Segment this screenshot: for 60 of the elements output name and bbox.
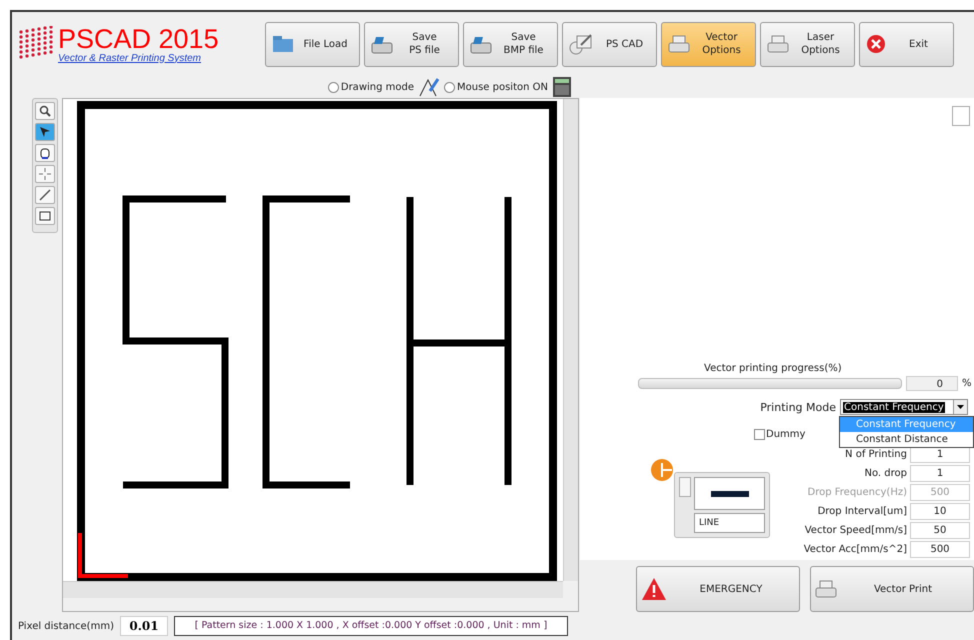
pixel-distance-value: 0.01 (120, 616, 168, 636)
radio-option[interactable]: Mouse positon ON (444, 82, 548, 92)
disk-icon (470, 34, 492, 54)
shape-picker[interactable]: LINE (674, 472, 770, 538)
printing-mode-label: Printing Mode (760, 400, 836, 414)
cursor-icon (39, 126, 51, 138)
toolbar-button[interactable]: File Load (265, 22, 360, 66)
rectangle-icon (39, 211, 51, 221)
action-button[interactable]: Vector Print (810, 566, 974, 612)
toolbar-button[interactable]: PS CAD (562, 22, 657, 66)
line-icon (39, 189, 51, 201)
progress-value: 0 (906, 376, 958, 391)
action-button[interactable]: EMERGENCY (636, 566, 800, 612)
subtitle-link[interactable]: Vector & Raster Printing System (58, 52, 219, 64)
tool-button[interactable] (35, 123, 55, 141)
tool-button[interactable] (35, 186, 55, 204)
dummy-checkbox[interactable]: Dummy (754, 429, 806, 440)
app-title: PSCAD 2015 (58, 24, 219, 52)
tool-button[interactable] (35, 102, 55, 120)
horizontal-scrollbar[interactable] (63, 581, 563, 598)
line-preview-icon (710, 490, 748, 496)
pen-drawing-icon (418, 77, 440, 97)
parameter-label: Vector Acc[mm/s^2] (804, 544, 907, 555)
pattern-info: [ Pattern size : 1.000 X 1.000 , X offset :0.000 Y offset :0.000 , Unit : mm ] (174, 616, 568, 636)
calculator-icon (552, 76, 572, 98)
crosshair-icon (39, 168, 51, 180)
toolbar-button[interactable]: Vector Options (661, 22, 756, 66)
warning-icon (641, 577, 667, 601)
toolbar-button[interactable]: Laser Options (760, 22, 855, 66)
printer-icon (815, 580, 837, 598)
progress-label: Vector printing progress(%) (704, 363, 842, 374)
printing-mode-select[interactable]: Constant Frequency (840, 399, 968, 415)
tool-button[interactable] (35, 207, 55, 225)
parameter-field[interactable]: 1 (910, 465, 970, 482)
radio-option[interactable]: Drawing mode (328, 82, 414, 92)
shape-label: LINE (694, 513, 765, 533)
toolbar-button[interactable]: Save BMP file (463, 22, 558, 66)
parameter-field[interactable]: 500 (910, 541, 970, 558)
parameter-label: N of Printing (845, 449, 907, 460)
search-icon (39, 105, 51, 117)
parameter-label: Drop Interval[um] (818, 506, 907, 517)
pixel-distance-label: Pixel distance(mm) (18, 620, 114, 632)
toolbar-button[interactable]: Exit (859, 22, 954, 66)
disk-icon (371, 34, 393, 54)
parameter-label: Vector Speed[mm/s] (804, 525, 907, 536)
parameter-label: Drop Frequency(Hz) (808, 487, 907, 498)
toolbar-button[interactable]: Save PS file (364, 22, 459, 66)
parameter-label: No. drop (864, 468, 907, 479)
marker-icon (650, 458, 674, 482)
parameter-field[interactable]: 10 (910, 503, 970, 520)
origin-marker (78, 533, 128, 578)
caret-icon (957, 405, 964, 409)
parameter-field[interactable]: 50 (910, 522, 970, 539)
printer-icon (767, 35, 789, 53)
tool-button[interactable] (35, 144, 55, 162)
printer-icon (668, 35, 690, 53)
percent-unit: % (962, 378, 970, 389)
close-icon (866, 34, 886, 54)
folder-icon (272, 35, 294, 53)
vertical-scrollbar[interactable] (563, 99, 578, 581)
